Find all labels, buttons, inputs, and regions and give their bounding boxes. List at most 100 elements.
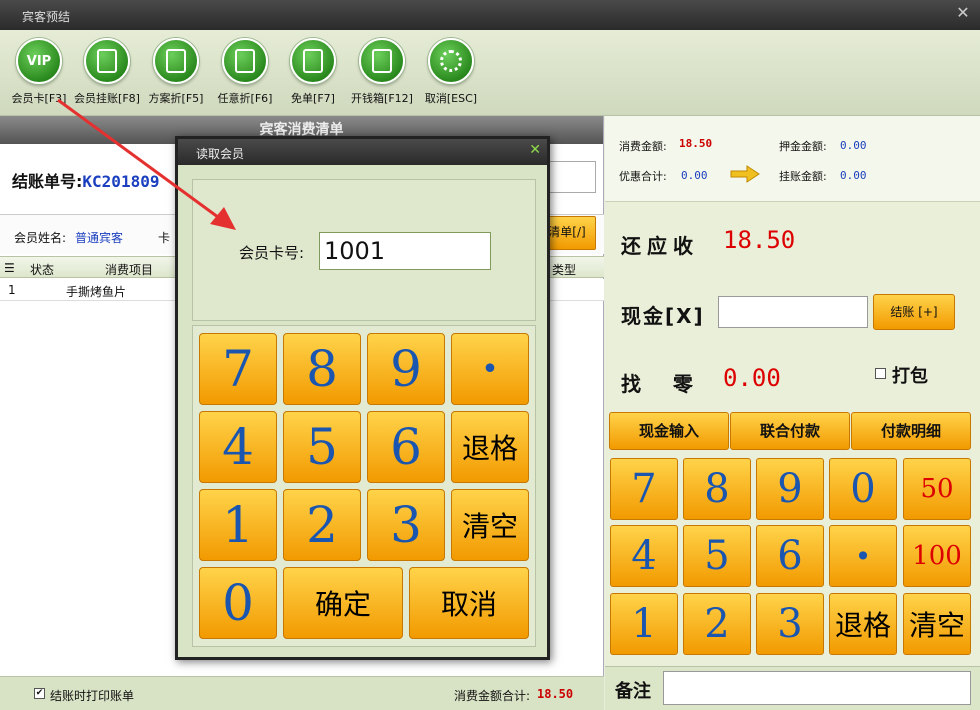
dialog-key-9[interactable]: 9 xyxy=(367,333,445,405)
cash-drawer-label: 开钱箱[F12] xyxy=(351,92,413,105)
tab-payment-details[interactable]: 付款明细 xyxy=(851,412,971,450)
dialog-confirm-button[interactable]: 确定 xyxy=(283,567,403,639)
free-order-icon xyxy=(290,38,336,84)
card-label: 卡 xyxy=(158,231,171,245)
card-number-input[interactable]: 1001 xyxy=(319,232,491,270)
any-discount-button[interactable]: 任意折[F6] xyxy=(210,38,280,106)
tab-cash-input[interactable]: 现金输入 xyxy=(609,412,729,450)
row-indicator: ☰ xyxy=(4,261,15,275)
row-item: 手撕烤鱼片 xyxy=(66,285,127,299)
dialog-key-dot[interactable]: • xyxy=(451,333,529,405)
key-6[interactable]: 6 xyxy=(756,525,824,587)
discount-label: 优惠合计: xyxy=(619,170,667,183)
key-0[interactable]: 0 xyxy=(829,458,897,520)
column-item: 消费项目 xyxy=(105,263,154,277)
row-index: 1 xyxy=(8,283,16,297)
footer-bar: ✔ 结账时打印账单 消费金额合计: 18.50 xyxy=(0,676,604,710)
column-status: 状态 xyxy=(30,263,55,277)
amount-due-value: 18.50 xyxy=(723,226,796,254)
cancel-label: 取消[ESC] xyxy=(424,92,478,105)
remark-label: 备注 xyxy=(615,681,651,702)
payment-panel: 消费金额: 18.50 押金金额: 0.00 优惠合计: 0.00 挂账金额: … xyxy=(605,116,980,710)
key-50[interactable]: 50 xyxy=(903,458,971,520)
member-charge-label: 会员挂账[F8] xyxy=(74,92,140,105)
amount-summary: 消费金额: 18.50 押金金额: 0.00 优惠合计: 0.00 挂账金额: … xyxy=(605,116,980,202)
dialog-key-2[interactable]: 2 xyxy=(283,489,361,561)
settle-button[interactable]: 结账 [+] xyxy=(873,294,955,330)
dialog-keypad: 7 8 9 • 4 5 6 退格 1 2 3 清空 0 确定 取消 xyxy=(192,325,536,647)
dialog-title: 读取会员 xyxy=(196,147,245,161)
print-label: 结账时打印账单 xyxy=(50,689,135,703)
key-backspace[interactable]: 退格 xyxy=(829,593,897,655)
dialog-key-backspace[interactable]: 退格 xyxy=(451,411,529,483)
charge-label: 挂账金额: xyxy=(779,170,827,183)
cash-drawer-button[interactable]: 开钱箱[F12] xyxy=(347,38,417,106)
bill-label: 结账单号: xyxy=(12,172,83,191)
key-3[interactable]: 3 xyxy=(756,593,824,655)
discount-value: 0.00 xyxy=(681,169,708,182)
key-clear[interactable]: 清空 xyxy=(903,593,971,655)
dialog-key-3[interactable]: 3 xyxy=(367,489,445,561)
card-entry-area: 会员卡号: 1001 xyxy=(192,179,536,321)
window-title: 宾客预结 xyxy=(22,10,71,24)
key-dot[interactable]: • xyxy=(829,525,897,587)
key-9[interactable]: 9 xyxy=(756,458,824,520)
dialog-key-0[interactable]: 0 xyxy=(199,567,277,639)
total-label: 消费金额合计: xyxy=(454,689,531,703)
dialog-cancel-button[interactable]: 取消 xyxy=(409,567,529,639)
total-value: 18.50 xyxy=(537,687,574,701)
dialog-title-bar: 读取会员 ✕ xyxy=(178,139,547,165)
vip-glyph: VIP xyxy=(26,53,52,69)
dialog-key-8[interactable]: 8 xyxy=(283,333,361,405)
dialog-key-6[interactable]: 6 xyxy=(367,411,445,483)
any-discount-icon xyxy=(222,38,268,84)
payment-tabs: 现金输入 联合付款 付款明细 xyxy=(609,412,973,452)
print-checkbox[interactable]: ✔ xyxy=(34,688,45,699)
cash-drawer-icon xyxy=(359,38,405,84)
member-charge-button[interactable]: 会员挂账[F8] xyxy=(72,38,142,106)
dialog-key-1[interactable]: 1 xyxy=(199,489,277,561)
key-7[interactable]: 7 xyxy=(610,458,678,520)
remark-input[interactable] xyxy=(663,671,971,705)
change-value: 0.00 xyxy=(723,364,781,392)
card-number-label: 会员卡号: xyxy=(239,244,305,262)
read-member-dialog: 读取会员 ✕ 会员卡号: 1001 7 8 9 • 4 5 6 退格 1 2 3… xyxy=(175,136,550,660)
vip-card-button[interactable]: VIP 会员卡[F3] xyxy=(4,38,74,106)
vip-card-label: 会员卡[F3] xyxy=(11,92,67,105)
free-order-button[interactable]: 免单[F7] xyxy=(278,38,348,106)
arrow-right-icon xyxy=(730,165,760,183)
pack-label: 打包 xyxy=(892,366,928,387)
pack-checkbox[interactable] xyxy=(875,368,886,379)
key-2[interactable]: 2 xyxy=(683,593,751,655)
change-label: 找 零 xyxy=(621,372,699,396)
dialog-key-5[interactable]: 5 xyxy=(283,411,361,483)
dialog-key-7[interactable]: 7 xyxy=(199,333,277,405)
dialog-key-clear[interactable]: 清空 xyxy=(451,489,529,561)
member-charge-icon xyxy=(84,38,130,84)
deposit-value: 0.00 xyxy=(840,139,867,152)
amount-due-label: 还应收 xyxy=(621,234,699,258)
cancel-icon xyxy=(428,38,474,84)
toolbar: VIP 会员卡[F3] 会员挂账[F8] 方案折[F5] 任意折[F6] 免单[… xyxy=(0,30,980,116)
close-icon[interactable]: ✕ xyxy=(954,4,972,22)
title-bar: 宾客预结 ✕ xyxy=(0,0,980,30)
consume-value: 18.50 xyxy=(679,137,713,150)
bill-number: KC201809 xyxy=(82,172,160,191)
member-name: 普通宾客 xyxy=(75,231,124,245)
charge-value: 0.00 xyxy=(840,169,867,182)
cash-label: 现金[X] xyxy=(621,304,705,328)
plan-discount-button[interactable]: 方案折[F5] xyxy=(141,38,211,106)
cash-input[interactable] xyxy=(718,296,868,328)
key-1[interactable]: 1 xyxy=(610,593,678,655)
dialog-key-4[interactable]: 4 xyxy=(199,411,277,483)
key-5[interactable]: 5 xyxy=(683,525,751,587)
consume-label: 消费金额: xyxy=(619,140,667,153)
key-8[interactable]: 8 xyxy=(683,458,751,520)
key-4[interactable]: 4 xyxy=(610,525,678,587)
deposit-label: 押金金额: xyxy=(779,140,827,153)
cancel-button[interactable]: 取消[ESC] xyxy=(416,38,486,106)
free-order-label: 免单[F7] xyxy=(291,92,335,105)
key-100[interactable]: 100 xyxy=(903,525,971,587)
tab-joint-payment[interactable]: 联合付款 xyxy=(730,412,850,450)
dialog-close-icon[interactable]: ✕ xyxy=(529,142,541,158)
